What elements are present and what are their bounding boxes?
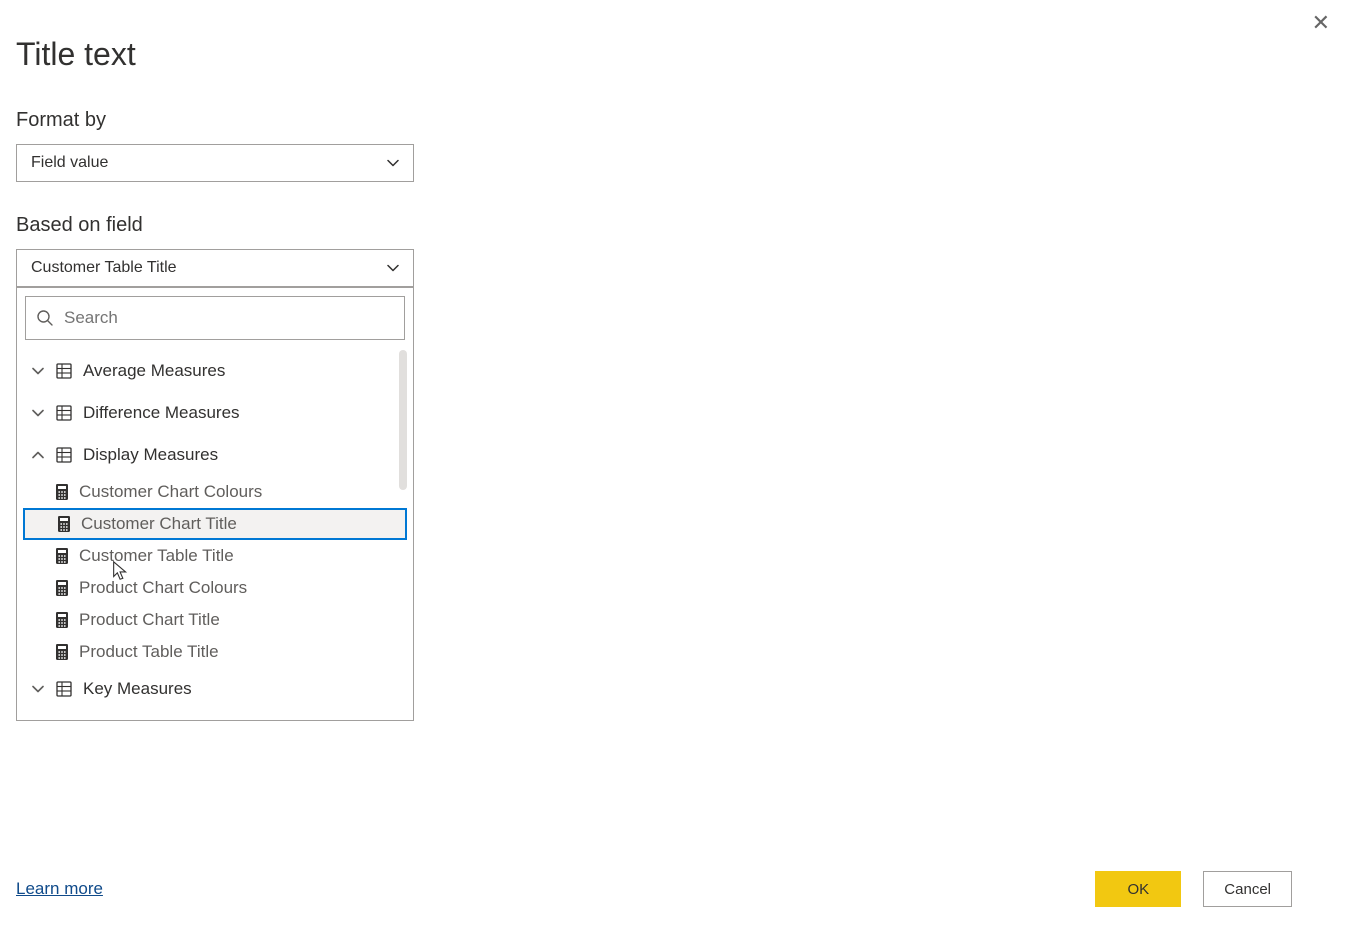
table-icon xyxy=(55,362,73,380)
calculator-icon xyxy=(55,547,69,565)
tree-group-label: Display Measures xyxy=(83,445,218,465)
close-button[interactable]: ✕ xyxy=(1304,6,1338,40)
chevron-down-icon xyxy=(31,682,45,696)
cancel-button[interactable]: Cancel xyxy=(1203,871,1292,907)
tree-item[interactable]: Customer Chart Title xyxy=(23,508,407,540)
based-on-field-value: Customer Table Title xyxy=(31,259,177,277)
format-by-value: Field value xyxy=(31,154,108,172)
tree-group[interactable]: Difference Measures xyxy=(21,392,409,434)
search-input[interactable] xyxy=(64,308,394,328)
calculator-icon xyxy=(55,579,69,597)
field-tree: Average Measures Difference Measures Displ… xyxy=(21,348,409,716)
tree-item-label: Customer Table Title xyxy=(79,546,234,566)
based-on-field-select[interactable]: Customer Table Title xyxy=(16,249,414,287)
tree-item-label: Customer Chart Colours xyxy=(79,482,262,502)
chevron-down-icon xyxy=(387,262,399,274)
chevron-down-icon xyxy=(387,157,399,169)
format-by-label: Format by xyxy=(16,109,1332,132)
tree-item[interactable]: Customer Table Title xyxy=(21,540,409,572)
based-on-field-label: Based on field xyxy=(16,214,1332,237)
tree-item-label: Product Table Title xyxy=(79,642,219,662)
table-icon xyxy=(55,446,73,464)
chevron-down-icon xyxy=(31,364,45,378)
ok-button[interactable]: OK xyxy=(1095,871,1181,907)
tree-group[interactable]: Display Measures xyxy=(21,434,409,476)
tree-group-label: Average Measures xyxy=(83,361,225,381)
table-icon xyxy=(55,404,73,422)
tree-group[interactable]: Key Measures xyxy=(21,668,409,710)
tree-group[interactable]: Average Measures xyxy=(21,350,409,392)
tree-item[interactable]: Product Chart Colours xyxy=(21,572,409,604)
tree-item[interactable]: Product Table Title xyxy=(21,636,409,668)
table-icon xyxy=(55,680,73,698)
dialog-footer: Learn more OK Cancel xyxy=(16,871,1332,907)
calculator-icon xyxy=(55,643,69,661)
search-icon xyxy=(36,309,54,327)
tree-item-label: Product Chart Colours xyxy=(79,578,247,598)
calculator-icon xyxy=(55,611,69,629)
tree-group-label: Difference Measures xyxy=(83,403,240,423)
tree-item[interactable]: Product Chart Title xyxy=(21,604,409,636)
scrollbar[interactable] xyxy=(399,350,407,490)
calculator-icon xyxy=(57,515,71,533)
chevron-down-icon xyxy=(31,406,45,420)
field-dropdown-panel: Average Measures Difference Measures Displ… xyxy=(16,287,414,721)
tree-item[interactable]: Customer Chart Colours xyxy=(21,476,409,508)
tree-group-label: Key Measures xyxy=(83,679,192,699)
learn-more-link[interactable]: Learn more xyxy=(16,879,103,899)
dialog-title: Title text xyxy=(16,36,1332,73)
calculator-icon xyxy=(55,483,69,501)
format-by-select[interactable]: Field value xyxy=(16,144,414,182)
chevron-up-icon xyxy=(31,448,45,462)
tree-item-label: Product Chart Title xyxy=(79,610,220,630)
tree-item-label: Customer Chart Title xyxy=(81,514,237,534)
search-box[interactable] xyxy=(25,296,405,340)
